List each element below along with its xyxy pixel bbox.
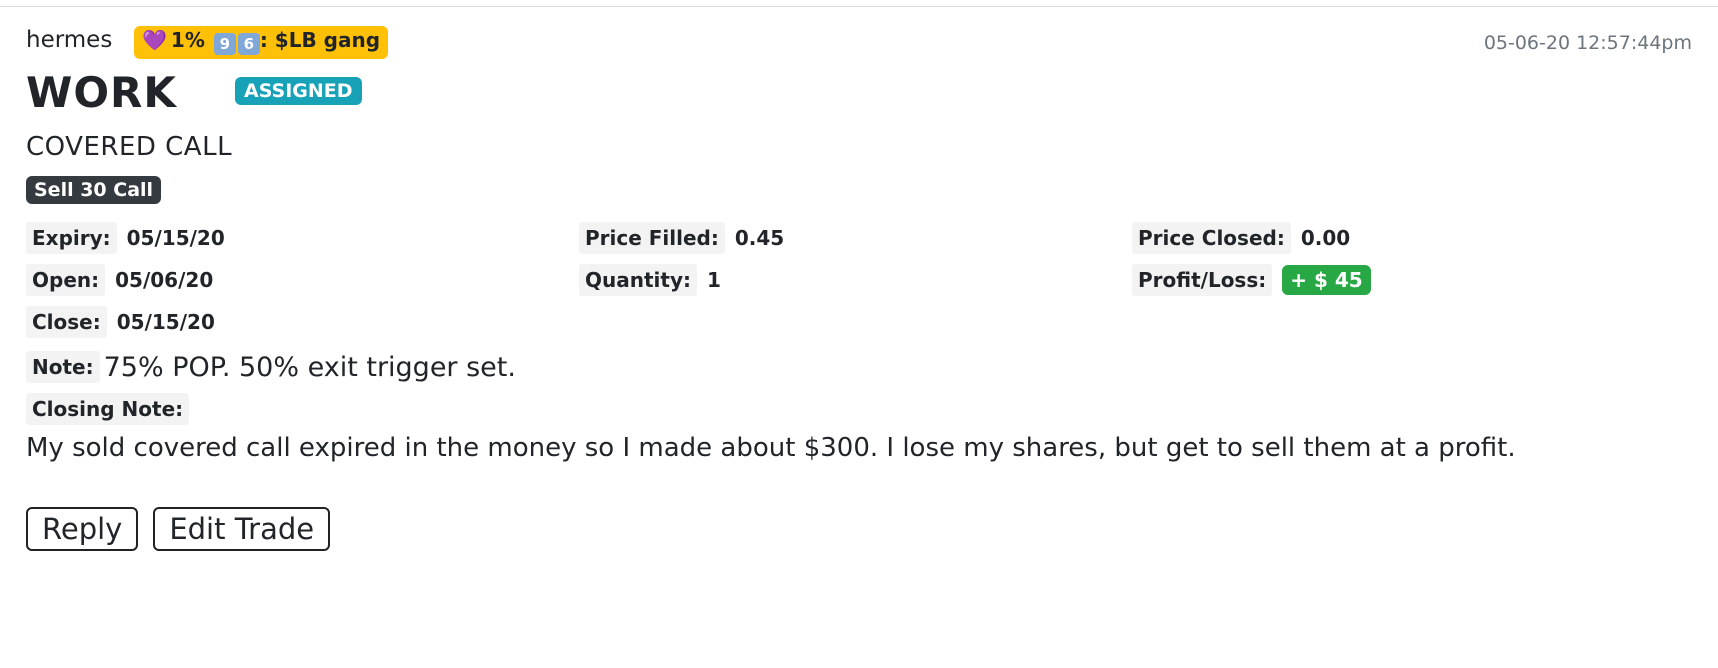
keycap-six-icon: 6 <box>237 33 260 55</box>
keycap-nine-icon: 9 <box>213 33 236 55</box>
title-row: WORK ASSIGNED <box>26 62 1692 124</box>
price-filled-value: 0.45 <box>734 225 785 250</box>
purple-heart-icon: 💜 <box>142 28 167 52</box>
leg-badge: Sell 30 Call <box>26 176 162 204</box>
price-filled-label: Price Filled: <box>579 221 725 254</box>
note-row: Note: 75% POP. 50% exit trigger set. <box>26 351 1692 383</box>
trade-details: Expiry: 05/15/20 Price Filled: 0.45 Pric… <box>26 220 1692 339</box>
gang-percent: 1% <box>170 28 205 52</box>
quantity-label: Quantity: <box>579 263 697 296</box>
open-value: 05/06/20 <box>115 267 214 292</box>
detail-price-closed: Price Closed: 0.00 <box>1132 220 1692 255</box>
close-label: Close: <box>26 305 107 338</box>
strategy-name: COVERED CALL <box>26 132 233 162</box>
price-closed-value: 0.00 <box>1300 225 1351 250</box>
top-divider <box>0 6 1718 7</box>
expiry-label: Expiry: <box>26 221 117 254</box>
note-label: Note: <box>26 351 100 383</box>
price-closed-label: Price Closed: <box>1132 221 1291 254</box>
quantity-value: 1 <box>707 267 721 292</box>
note-text: 75% POP. 50% exit trigger set. <box>103 351 516 383</box>
detail-close: Close: 05/15/20 <box>26 304 579 339</box>
detail-expiry: Expiry: 05/15/20 <box>26 220 579 255</box>
profit-loss-badge: + $ 45 <box>1282 264 1371 295</box>
status-badge: ASSIGNED <box>235 77 362 105</box>
profit-loss-label: Profit/Loss: <box>1132 263 1273 296</box>
gang-name: : $LB gang <box>259 28 381 52</box>
post-header: hermes 💜 1% 96: $LB gang 05-06-20 12:57:4… <box>26 22 1692 62</box>
close-value: 05/15/20 <box>116 309 215 334</box>
author-name[interactable]: hermes <box>26 27 112 53</box>
closing-note-text: My sold covered call expired in the mone… <box>26 433 1516 463</box>
gang-badge: 💜 1% 96: $LB gang <box>134 26 389 59</box>
ticker-symbol[interactable]: WORK <box>26 68 177 117</box>
open-label: Open: <box>26 263 106 296</box>
edit-trade-button[interactable]: Edit Trade <box>153 507 331 551</box>
detail-quantity: Quantity: 1 <box>579 262 1132 297</box>
trade-post: hermes 💜 1% 96: $LB gang 05-06-20 12:57:4… <box>26 22 1692 551</box>
detail-open: Open: 05/06/20 <box>26 262 579 297</box>
reply-button[interactable]: Reply <box>26 507 139 551</box>
post-actions: Reply Edit Trade <box>26 507 1692 551</box>
detail-profit-loss: Profit/Loss: + $ 45 <box>1132 262 1692 297</box>
detail-price-filled: Price Filled: 0.45 <box>579 220 1132 255</box>
closing-note-label: Closing Note: <box>26 393 190 425</box>
post-timestamp: 05-06-20 12:57:44pm <box>1483 32 1692 54</box>
expiry-value: 05/15/20 <box>126 225 225 250</box>
